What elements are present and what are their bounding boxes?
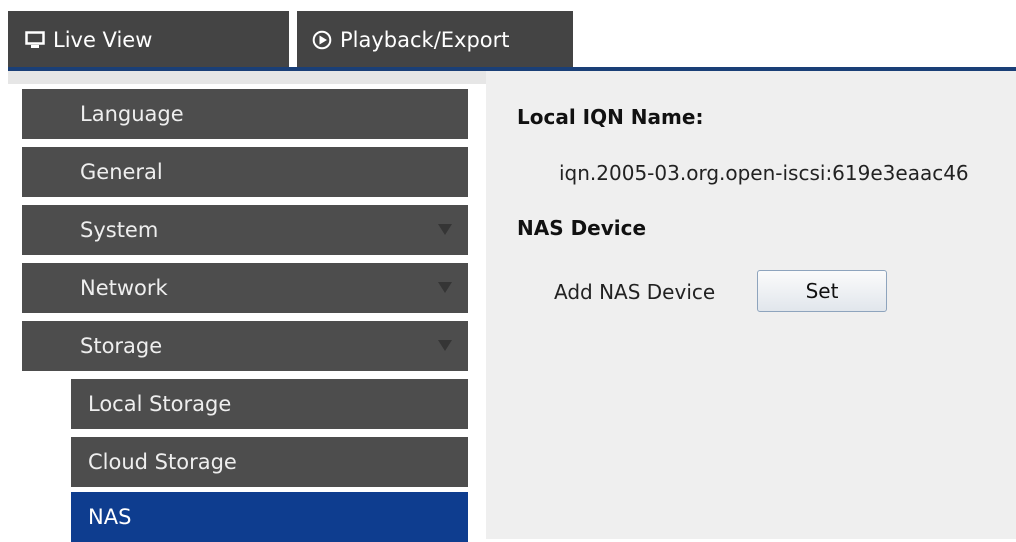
top-tab-bar: Live View Playback/Export xyxy=(0,0,1016,71)
monitor-icon xyxy=(25,30,45,49)
sidebar: Language General System Network Storage … xyxy=(8,71,486,542)
tab-playback-export[interactable]: Playback/Export xyxy=(297,11,573,68)
sidebar-item-network[interactable]: Network xyxy=(22,263,468,313)
chevron-down-icon xyxy=(438,340,452,351)
tab-label: Live View xyxy=(53,27,153,52)
tab-label: Playback/Export xyxy=(340,27,510,52)
sidebar-item-label: System xyxy=(80,218,159,242)
sidebar-item-label: NAS xyxy=(88,505,132,529)
sidebar-item-storage[interactable]: Storage xyxy=(22,321,468,371)
sidebar-item-label: Language xyxy=(80,102,184,126)
sidebar-item-label: Cloud Storage xyxy=(88,450,237,474)
sidebar-item-label: Storage xyxy=(80,334,163,358)
local-iqn-value: iqn.2005-03.org.open-iscsi:619e3eaac46 xyxy=(559,161,969,185)
sidebar-item-label: Local Storage xyxy=(88,392,232,416)
add-nas-device-label: Add NAS Device xyxy=(554,280,716,304)
play-circle-icon xyxy=(312,30,332,50)
sidebar-item-system[interactable]: System xyxy=(22,205,468,255)
chevron-down-icon xyxy=(438,282,452,293)
set-button[interactable]: Set xyxy=(757,270,887,312)
sidebar-item-label: General xyxy=(80,160,163,184)
main-content: Local IQN Name: iqn.2005-03.org.open-isc… xyxy=(486,71,1016,539)
sidebar-item-language[interactable]: Language xyxy=(22,89,468,139)
sidebar-header-shade xyxy=(8,71,486,84)
sidebar-item-cloud-storage[interactable]: Cloud Storage xyxy=(71,437,468,487)
sidebar-item-nas[interactable]: NAS xyxy=(71,492,468,542)
sidebar-item-general[interactable]: General xyxy=(22,147,468,197)
tab-live-view[interactable]: Live View xyxy=(8,11,289,68)
sidebar-item-local-storage[interactable]: Local Storage xyxy=(71,379,468,429)
sidebar-item-label: Network xyxy=(80,276,168,300)
nas-device-section-title: NAS Device xyxy=(517,216,647,240)
local-iqn-label: Local IQN Name: xyxy=(517,105,704,129)
chevron-down-icon xyxy=(438,224,452,235)
